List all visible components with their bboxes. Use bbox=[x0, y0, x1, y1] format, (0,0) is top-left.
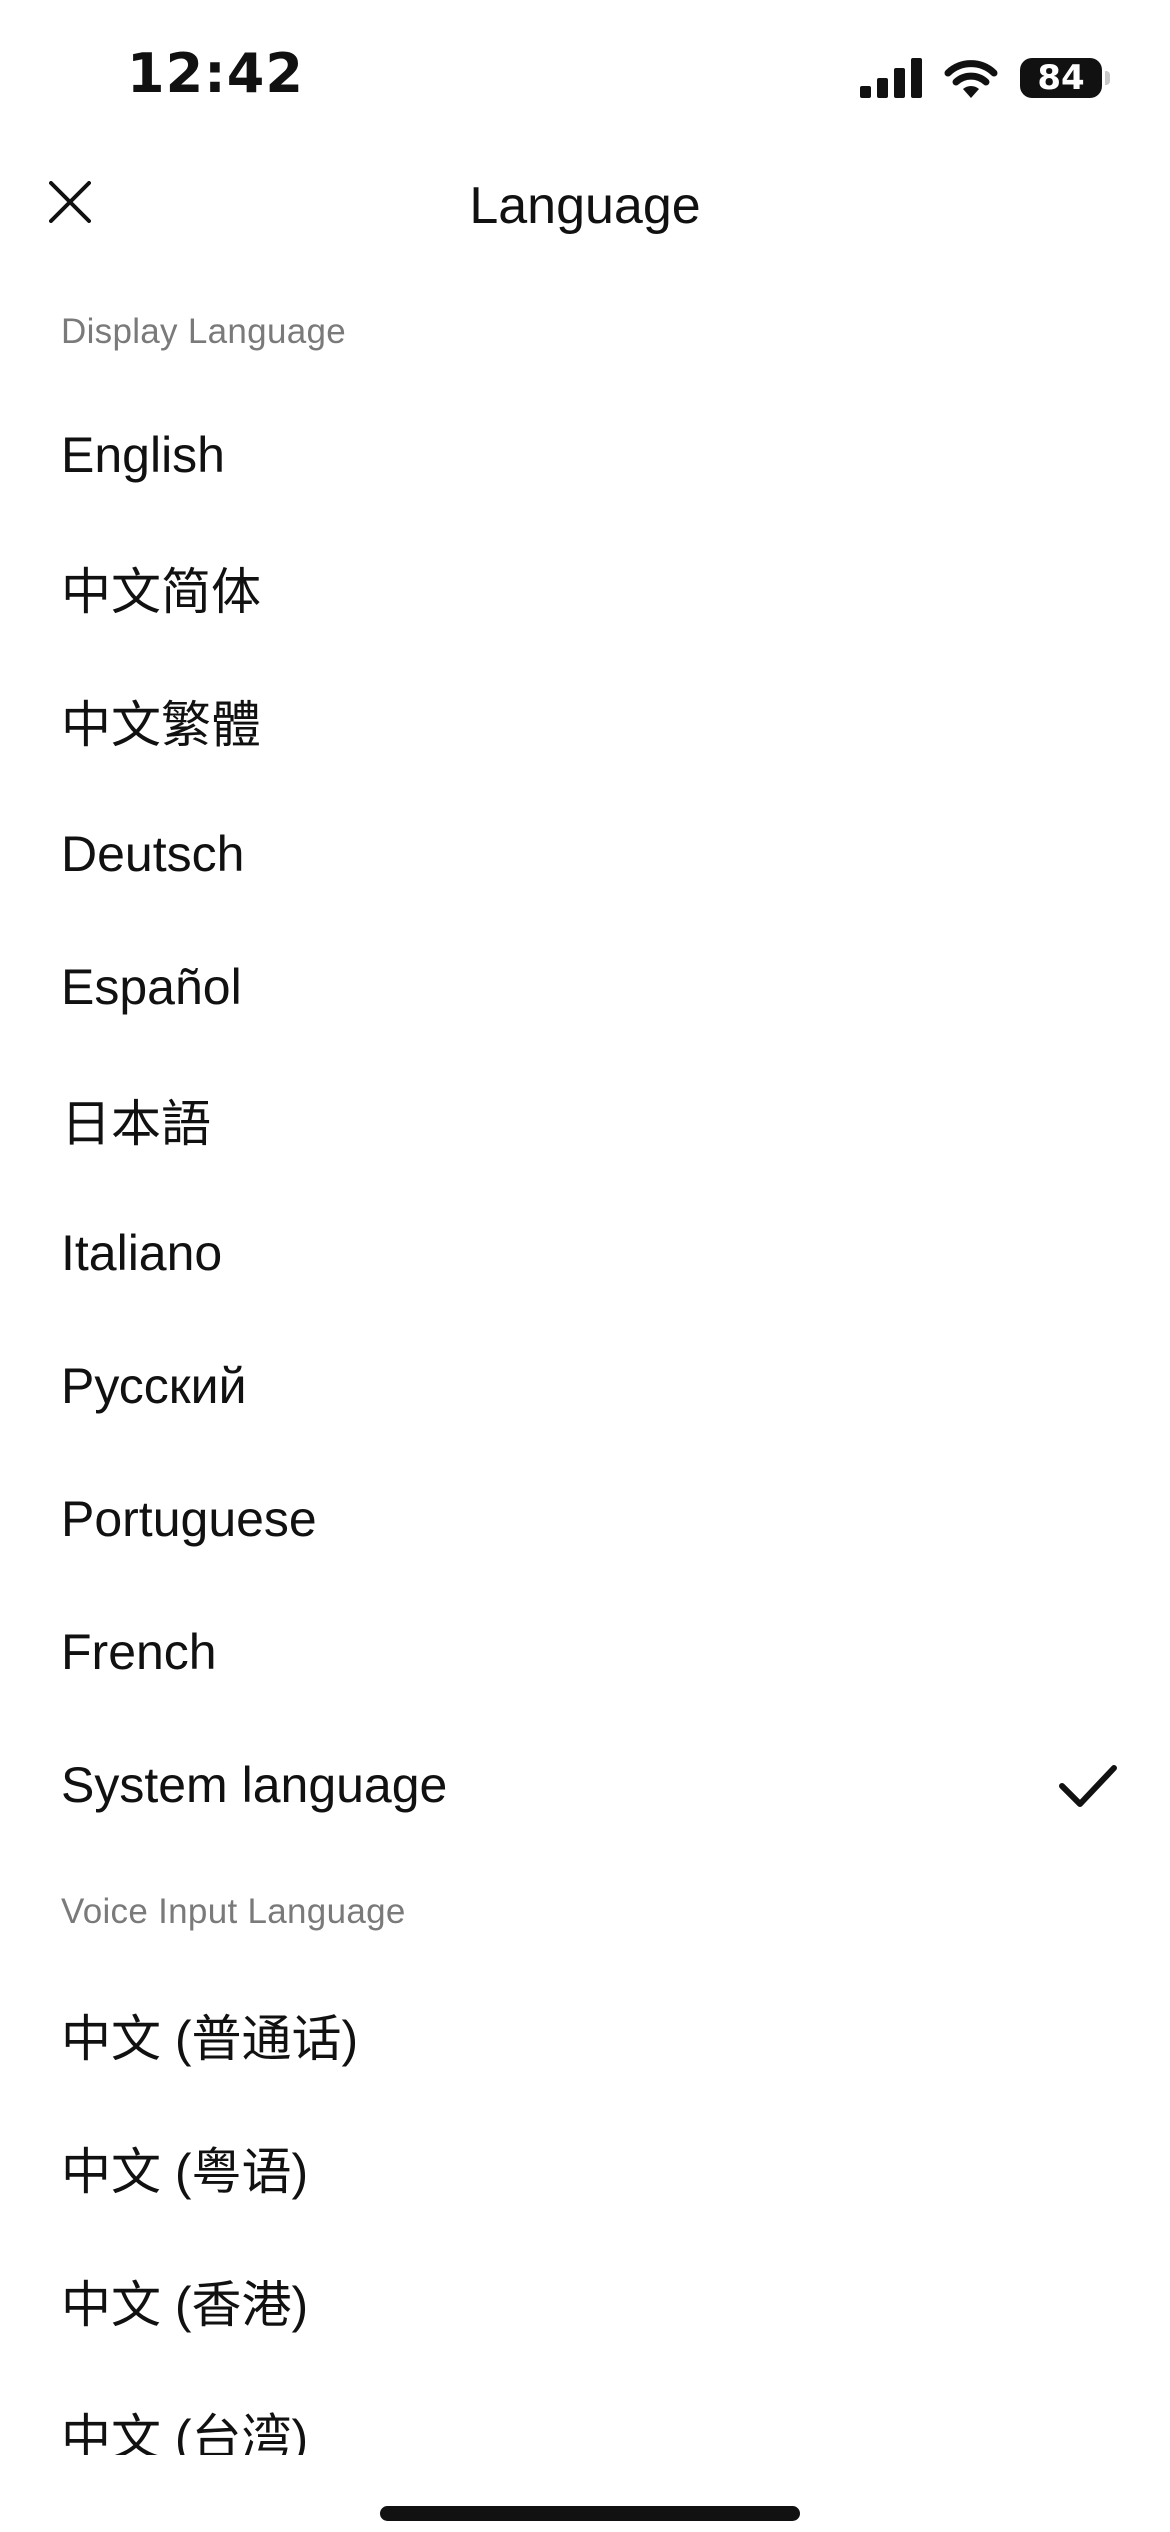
status-bar: 12:42 84 bbox=[0, 0, 1170, 150]
language-option-french[interactable]: French bbox=[0, 1585, 1170, 1718]
language-label: Deutsch bbox=[61, 825, 245, 882]
status-time: 12:42 bbox=[127, 42, 304, 105]
checkmark-icon bbox=[1059, 1765, 1117, 1807]
language-option-chinese-simplified[interactable]: 中文简体 bbox=[0, 521, 1170, 654]
battery-level: 84 bbox=[1037, 58, 1085, 98]
home-indicator[interactable] bbox=[380, 2506, 800, 2521]
language-label: 日本語 bbox=[61, 1095, 211, 1152]
language-label: 中文 (香港) bbox=[61, 2276, 309, 2333]
language-label: 中文 (普通话) bbox=[61, 2010, 359, 2067]
language-label: 中文简体 bbox=[61, 563, 261, 620]
battery-tip bbox=[1105, 71, 1110, 85]
voice-input-language-list: 中文 (普通话) 中文 (粤语) 中文 (香港) 中文 (台湾) bbox=[0, 1968, 1170, 2500]
page-title: Language bbox=[469, 177, 701, 235]
voice-option-hong-kong[interactable]: 中文 (香港) bbox=[0, 2234, 1170, 2367]
cellular-signal-icon bbox=[860, 58, 922, 98]
wifi-icon bbox=[944, 60, 998, 98]
battery-icon: 84 bbox=[1020, 58, 1110, 98]
voice-option-mandarin[interactable]: 中文 (普通话) bbox=[0, 1968, 1170, 2101]
language-option-chinese-traditional[interactable]: 中文繁體 bbox=[0, 654, 1170, 787]
language-option-espanol[interactable]: Español bbox=[0, 920, 1170, 1053]
language-option-italiano[interactable]: Italiano bbox=[0, 1186, 1170, 1319]
status-icons: 84 bbox=[860, 50, 1110, 106]
display-language-list: English 中文简体 中文繁體 Deutsch Español 日本語 It… bbox=[0, 388, 1170, 1851]
language-option-deutsch[interactable]: Deutsch bbox=[0, 787, 1170, 920]
language-label: Portuguese bbox=[61, 1490, 317, 1547]
language-label: System language bbox=[61, 1756, 448, 1813]
language-option-russian[interactable]: Русский bbox=[0, 1319, 1170, 1452]
nav-bar: Language bbox=[0, 150, 1170, 270]
language-option-english[interactable]: English bbox=[0, 388, 1170, 521]
language-option-portuguese[interactable]: Portuguese bbox=[0, 1452, 1170, 1585]
language-option-system-language[interactable]: System language bbox=[0, 1718, 1170, 1851]
language-label: Español bbox=[61, 958, 242, 1015]
voice-option-cantonese[interactable]: 中文 (粤语) bbox=[0, 2101, 1170, 2234]
language-label: 中文 (粤语) bbox=[61, 2143, 309, 2200]
language-label: Русский bbox=[61, 1357, 247, 1414]
language-label: French bbox=[61, 1623, 217, 1680]
section-header-voice-input-language: Voice Input Language bbox=[61, 1892, 406, 1931]
language-option-japanese[interactable]: 日本語 bbox=[0, 1053, 1170, 1186]
language-label: English bbox=[61, 426, 225, 483]
language-label: Italiano bbox=[61, 1224, 223, 1281]
language-label: 中文繁體 bbox=[61, 696, 261, 753]
section-header-display-language: Display Language bbox=[61, 312, 347, 351]
